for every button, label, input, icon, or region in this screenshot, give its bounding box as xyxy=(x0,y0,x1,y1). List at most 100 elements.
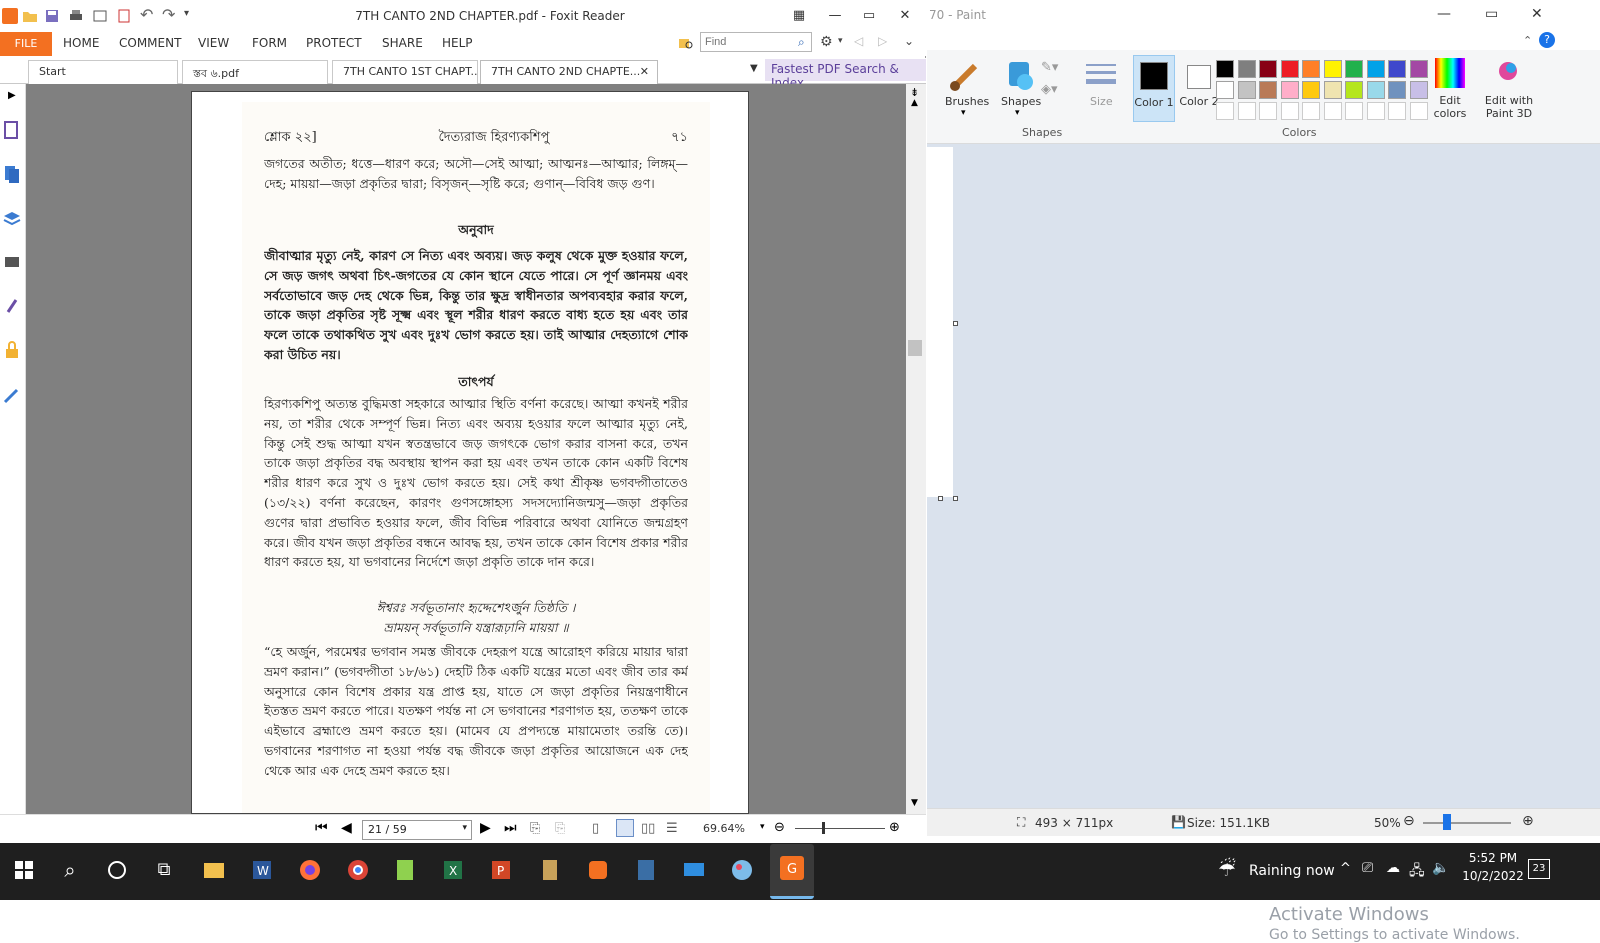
paint-canvas-image[interactable] xyxy=(927,147,953,497)
page-dropdown-icon[interactable]: ▾ xyxy=(462,823,467,833)
palette-swatch[interactable] xyxy=(1302,81,1320,99)
powerpoint-icon[interactable]: P xyxy=(483,852,519,888)
palette-swatch[interactable] xyxy=(1237,60,1256,78)
palette-swatch[interactable] xyxy=(1259,81,1277,99)
size-label[interactable]: Size xyxy=(1090,95,1113,108)
undo-icon[interactable]: ↶ xyxy=(140,7,156,24)
search-icon[interactable]: ⌕ xyxy=(52,852,88,888)
paint-zoom-out-icon[interactable]: ⊖ xyxy=(1403,813,1415,829)
shapes-dropdown-icon[interactable]: ▾ xyxy=(1015,108,1020,118)
resize-handle-right[interactable] xyxy=(953,321,958,326)
palette-swatch[interactable] xyxy=(1366,81,1385,99)
bookmark-icon[interactable] xyxy=(3,120,21,140)
zoom-slider-thumb[interactable] xyxy=(822,822,825,834)
paint-minimize-button[interactable]: — xyxy=(1437,6,1451,22)
settings-dropdown-icon[interactable]: ▾ xyxy=(838,36,843,46)
previous-view-icon[interactable]: ⎘ xyxy=(530,821,540,836)
scroll-down-icon[interactable]: ▼ xyxy=(911,798,918,808)
zoom-level[interactable]: 69.64% xyxy=(703,822,745,835)
palette-swatch[interactable] xyxy=(1388,81,1406,99)
edit-with-paint3d-label[interactable]: Edit with Paint 3D xyxy=(1477,94,1541,120)
attachments-icon[interactable] xyxy=(3,296,21,316)
single-page-icon[interactable]: ▯ xyxy=(592,821,599,836)
palette-swatch[interactable] xyxy=(1237,81,1256,99)
comments-icon[interactable] xyxy=(3,254,21,274)
resize-handle-bottom[interactable] xyxy=(938,496,943,501)
palette-swatch[interactable] xyxy=(1323,81,1342,99)
palette-swatch[interactable] xyxy=(1216,81,1234,99)
zoom-slider-track[interactable] xyxy=(795,828,885,829)
paint-maximize-button[interactable]: ▭ xyxy=(1485,6,1498,22)
facing-page-icon[interactable]: ▯▯ xyxy=(641,821,655,836)
paint-canvas-area[interactable]: Activate Windows Go to Settings to activ… xyxy=(927,144,1600,943)
print-icon[interactable] xyxy=(68,8,84,24)
scroll-up-icon[interactable]: ▲ xyxy=(911,98,918,108)
vertical-scrollbar[interactable]: ⇟ ▲ ▼ xyxy=(906,84,926,814)
clock[interactable]: 5:52 PM 10/2/2022 xyxy=(1458,849,1528,885)
find-search-icon[interactable]: ⌕ xyxy=(798,35,805,50)
properties-icon[interactable] xyxy=(92,8,108,24)
shapes-label[interactable]: Shapes xyxy=(1001,95,1041,108)
new-icon[interactable] xyxy=(116,8,132,24)
next-view-icon[interactable]: ⎘ xyxy=(555,821,565,836)
paint-zoom-slider-thumb[interactable] xyxy=(1443,814,1451,830)
notepad-icon[interactable] xyxy=(387,852,423,888)
brushes-dropdown-icon[interactable]: ▾ xyxy=(961,108,966,118)
search-folder-icon[interactable] xyxy=(678,35,694,51)
customize-quick-access-icon[interactable]: ▾ xyxy=(184,8,200,24)
color1-button[interactable]: Color 1 xyxy=(1133,55,1175,122)
custom-color-slot[interactable] xyxy=(1302,102,1320,120)
menu-share[interactable]: SHARE xyxy=(382,36,423,50)
paint-taskbar-icon[interactable] xyxy=(724,852,760,888)
onedrive-icon[interactable]: ☁ xyxy=(1386,860,1400,876)
tab-list-icon[interactable]: ▼ xyxy=(750,63,758,74)
size-icon[interactable] xyxy=(1086,62,1116,88)
weather-text[interactable]: Raining now xyxy=(1249,863,1335,879)
show-hidden-icons-icon[interactable]: ^ xyxy=(1340,861,1351,876)
palette-swatch[interactable] xyxy=(1345,60,1363,78)
custom-color-slot[interactable] xyxy=(1366,102,1385,120)
open-icon[interactable] xyxy=(22,8,38,24)
file-explorer-icon[interactable] xyxy=(196,852,232,888)
menu-file[interactable]: FILE xyxy=(0,32,52,56)
edit-colors-icon[interactable] xyxy=(1435,58,1465,88)
volume-icon[interactable]: 🔈 xyxy=(1432,860,1449,876)
start-windows-icon[interactable] xyxy=(6,852,42,888)
menu-form[interactable]: FORM xyxy=(252,36,287,50)
tab-stob[interactable]: স্তব ৬.pdf xyxy=(182,60,328,84)
zoom-in-icon[interactable]: ⊕ xyxy=(889,820,900,835)
paint-close-button[interactable]: ✕ xyxy=(1531,6,1543,22)
foxit-minimize-button[interactable]: — xyxy=(818,2,852,30)
next-result-icon[interactable]: ▷ xyxy=(878,34,887,48)
next-page-icon[interactable]: ▶ xyxy=(480,820,491,836)
foxit-maximize-button[interactable]: ▭ xyxy=(852,2,886,30)
fill-icon[interactable]: ◈▾ xyxy=(1041,82,1058,97)
find-input[interactable] xyxy=(700,32,812,52)
palette-swatch[interactable] xyxy=(1216,60,1234,78)
app-icon[interactable] xyxy=(532,852,568,888)
color2-button[interactable]: Color 2 xyxy=(1179,55,1221,122)
tab-canto-1st[interactable]: 7TH CANTO 1ST CHAPT... xyxy=(332,60,478,84)
zoom-out-icon[interactable]: ⊖ xyxy=(774,820,785,835)
brushes-icon[interactable] xyxy=(947,58,983,94)
custom-color-slot[interactable] xyxy=(1259,102,1277,120)
outline-icon[interactable]: ✎▾ xyxy=(1041,60,1058,75)
word-icon[interactable]: W xyxy=(244,852,280,888)
excel-icon[interactable]: X xyxy=(435,852,471,888)
menu-view[interactable]: VIEW xyxy=(198,36,229,50)
paint-zoom-in-icon[interactable]: ⊕ xyxy=(1522,813,1534,829)
edit-colors-label[interactable]: Edit colors xyxy=(1425,94,1475,120)
pages-icon[interactable] xyxy=(3,164,21,184)
custom-color-slot[interactable] xyxy=(1388,102,1406,120)
document-viewer[interactable]: শ্লোক ২২] দৈত্যরাজ হিরণ্যকশিপু ৭১ জগতের … xyxy=(26,84,906,814)
palette-swatch[interactable] xyxy=(1345,81,1363,99)
weather-icon[interactable]: ☔ xyxy=(1218,857,1236,881)
expand-panel-icon[interactable]: ▶ xyxy=(8,90,16,101)
signature-icon[interactable] xyxy=(3,386,21,406)
foxit-close-button[interactable]: ✕ xyxy=(888,2,922,30)
menu-home[interactable]: HOME xyxy=(63,36,99,50)
continuous-facing-icon[interactable]: ☰ xyxy=(666,821,678,836)
help-icon[interactable]: ? xyxy=(1539,32,1555,48)
notification-center-icon[interactable]: 23 xyxy=(1528,859,1550,879)
menu-protect[interactable]: PROTECT xyxy=(306,36,362,50)
